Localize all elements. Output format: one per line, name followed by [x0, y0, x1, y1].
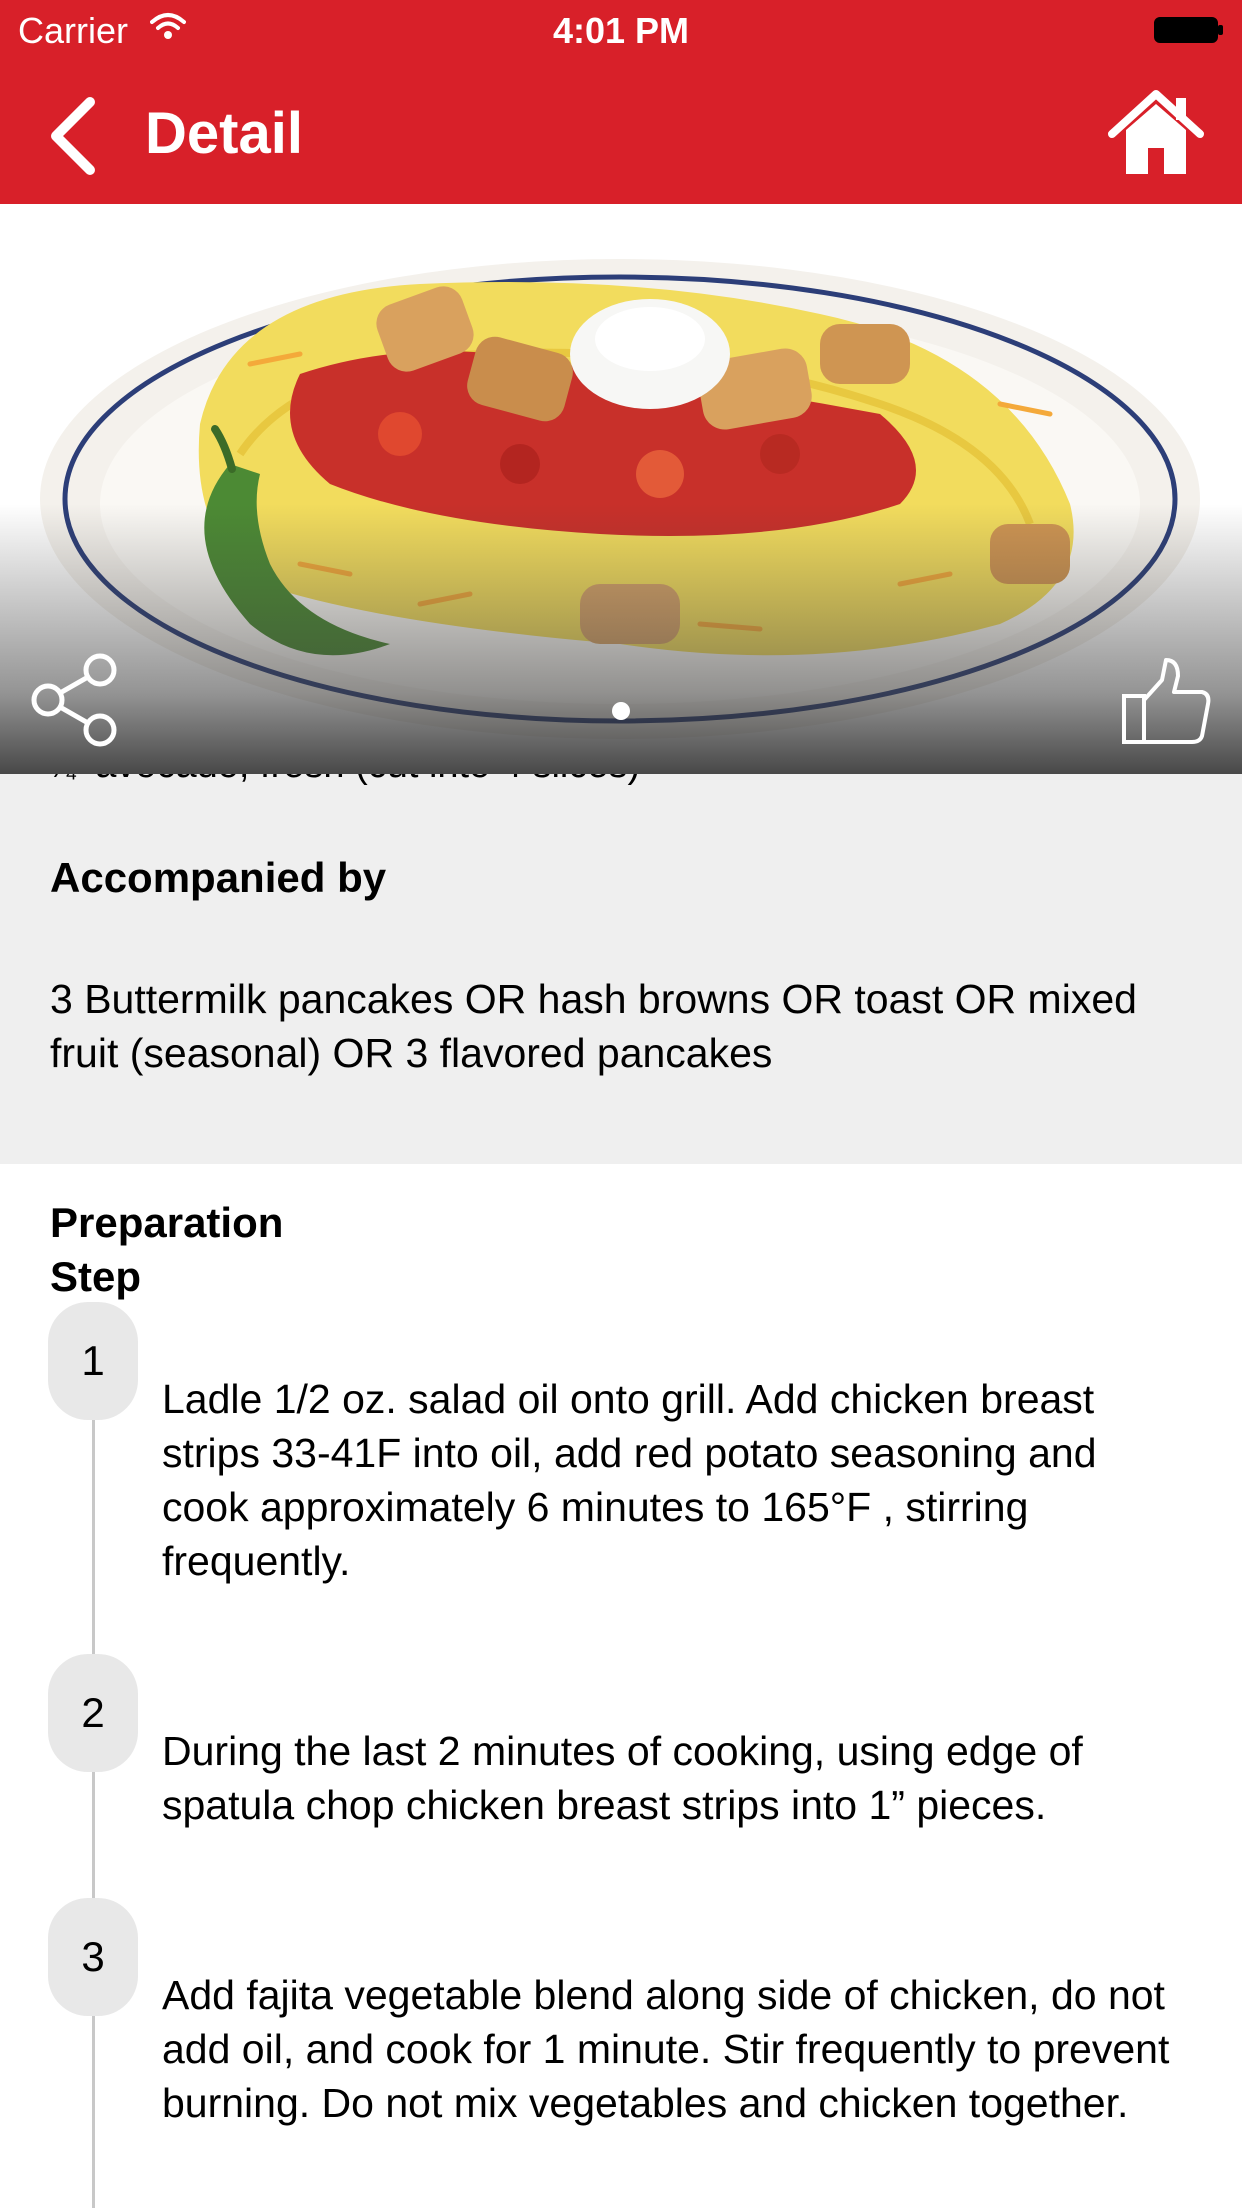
like-button[interactable]	[1118, 652, 1214, 748]
ingredients-section: ¹⁄₄ avocado, fresh (cut into 4 slices) Ac…	[0, 774, 1242, 1164]
page-dot	[612, 702, 630, 720]
page-title: Detail	[145, 101, 303, 166]
top-bar: Carrier 4:01 PM Detail	[0, 0, 1242, 204]
navigation-bar: Detail	[0, 62, 1242, 204]
share-button[interactable]	[28, 652, 124, 748]
ingredient-line-partial: ¹⁄₄ avocado, fresh (cut into 4 slices)	[50, 774, 640, 787]
status-bar: Carrier 4:01 PM	[0, 0, 1242, 62]
step-text: Add fajita vegetable blend along side of…	[162, 1972, 1170, 2126]
step-text: During the last 2 minutes of cooking, us…	[162, 1728, 1083, 1828]
status-time: 4:01 PM	[552, 10, 690, 51]
accompanied-heading: Accompanied by	[50, 854, 387, 901]
step-connector-line	[92, 2016, 95, 2208]
home-icon	[1108, 90, 1204, 174]
ingredient-name: avocado, fresh (cut into 4 slices)	[95, 774, 640, 786]
chevron-left-icon	[51, 97, 95, 175]
step-connector-line	[92, 1420, 95, 1660]
hero-bottom-gradient	[0, 504, 1242, 774]
page-indicator	[0, 702, 1242, 725]
step-number-badge: 2	[48, 1654, 138, 1772]
accompanied-text: 3 Buttermilk pancakes OR hash browns OR …	[50, 976, 1137, 1076]
thumbs-up-icon	[1122, 658, 1211, 744]
share-icon	[31, 653, 117, 747]
ingredient-quantity: ¹⁄₄	[50, 774, 77, 784]
preparation-heading: Preparation Step	[50, 1196, 350, 1304]
preparation-heading-text: Preparation Step	[50, 1199, 284, 1300]
hero-image[interactable]	[0, 204, 1242, 774]
step-number-badge: 1	[48, 1302, 138, 1420]
step-number-badge: 3	[48, 1898, 138, 2016]
step-text: Ladle 1/2 oz. salad oil onto grill. Add …	[162, 1376, 1097, 1584]
back-button[interactable]	[46, 96, 98, 176]
step-connector-line	[92, 1772, 95, 1902]
home-button[interactable]	[1106, 88, 1206, 178]
battery-icon	[1154, 16, 1224, 44]
detail-screen: Carrier 4:01 PM Detail Accompanied by 3 …	[0, 0, 1242, 2208]
